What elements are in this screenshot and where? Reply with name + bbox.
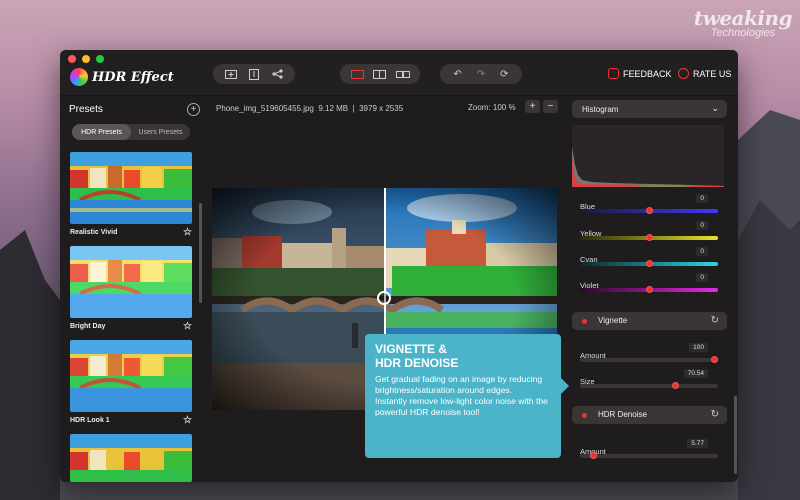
presets-tabs: HDR Presets Users Presets — [72, 124, 190, 140]
slider-knob[interactable] — [646, 286, 653, 293]
redo-icon[interactable]: ↷ — [471, 67, 491, 81]
histogram-dropdown-label: Histogram — [582, 105, 619, 114]
history-group: ↶ ↷ ⟳ — [440, 64, 522, 84]
slider-value[interactable]: 0 — [696, 247, 708, 256]
file-info: Phone_img_519605455.jpg 9.12 MB | 3979 x… — [216, 104, 403, 113]
file-actions-group — [213, 64, 295, 84]
single-view-icon[interactable] — [347, 67, 367, 81]
export-icon[interactable] — [244, 67, 264, 81]
slider-track[interactable] — [580, 384, 718, 388]
slider-value[interactable]: 0 — [696, 273, 708, 282]
split-view-icon[interactable] — [370, 67, 390, 81]
slider-knob[interactable] — [646, 207, 653, 214]
zoom-level: Zoom: 100 % — [468, 103, 516, 112]
preset-thumbnail — [70, 434, 192, 482]
slider-denoise-amount[interactable]: Amount 5.77 — [580, 439, 718, 459]
slider-track[interactable] — [580, 358, 718, 362]
zoom-out-button[interactable]: − — [543, 100, 558, 113]
file-size: 9.12 MB — [318, 104, 349, 113]
callout-title: VIGNETTE & HDR DENOISE — [375, 342, 459, 370]
preset-item[interactable]: Bright Day ☆ — [70, 246, 192, 332]
slider-yellow[interactable]: Yellow 0 — [580, 221, 718, 241]
slider-knob[interactable] — [646, 234, 653, 241]
app-logo: HDR Effect — [70, 68, 174, 86]
callout-description: Get gradual fading on an image by reduci… — [375, 374, 548, 417]
preset-thumbnail — [70, 340, 192, 412]
slider-violet[interactable]: Violet 0 — [580, 273, 718, 293]
open-folder-icon[interactable] — [221, 67, 241, 81]
tab-hdr-presets[interactable]: HDR Presets — [72, 124, 131, 140]
preset-label: HDR Look 1 — [70, 417, 110, 424]
share-icon[interactable] — [267, 67, 287, 81]
vignette-title: Vignette — [598, 316, 628, 325]
slider-value[interactable]: 5.77 — [687, 439, 708, 448]
reset-vignette-icon[interactable]: ↻ — [711, 315, 719, 326]
preset-thumbnail — [70, 152, 192, 224]
minimize-button[interactable] — [82, 55, 90, 63]
file-info-separator: | — [352, 104, 355, 113]
feedback-label: FEEDBACK — [623, 68, 672, 79]
slider-vignette-amount[interactable]: Amount 100 — [580, 343, 718, 363]
slider-blue[interactable]: Blue 0 — [580, 194, 718, 214]
feedback-button[interactable]: FEEDBACK — [608, 68, 672, 79]
vignette-enabled-indicator[interactable] — [582, 319, 587, 324]
zoom-in-button[interactable]: + — [525, 100, 540, 113]
slider-value[interactable]: 100 — [689, 343, 708, 352]
preset-thumbnail — [70, 246, 192, 318]
preset-item[interactable]: HDR Look 1 ☆ — [70, 340, 192, 426]
hdr-denoise-title: HDR Denoise — [598, 410, 647, 419]
app-name: HDR Effect — [92, 69, 174, 85]
preset-label: Realistic Vivid — [70, 229, 118, 236]
denoise-enabled-indicator[interactable] — [582, 413, 587, 418]
slider-knob[interactable] — [590, 452, 597, 459]
favorite-star-icon[interactable]: ☆ — [183, 415, 192, 426]
slider-value[interactable]: 0 — [696, 221, 708, 230]
feature-callout: VIGNETTE & HDR DENOISE Get gradual fadin… — [365, 334, 569, 458]
slider-knob[interactable] — [672, 382, 679, 389]
presets-title: Presets — [69, 104, 103, 115]
slider-value[interactable]: 0 — [696, 194, 708, 203]
rate-us-button[interactable]: RATE US — [678, 68, 731, 79]
slider-value[interactable]: 70.54 — [683, 369, 708, 378]
star-badge-icon — [678, 68, 689, 79]
toolbar: HDR Effect ↶ ↷ ⟳ FEEDBACK RATE US — [60, 50, 738, 96]
preset-item[interactable] — [70, 434, 192, 482]
file-dimensions: 3979 x 2535 — [359, 104, 404, 113]
side-by-side-icon[interactable] — [393, 67, 413, 81]
tab-users-presets[interactable]: Users Presets — [131, 124, 190, 140]
slider-cyan[interactable]: Cyan 0 — [580, 247, 718, 267]
adjustments-panel: Histogram ⌄ Blue 0 Yellow 0 Cyan 0 Viole… — [566, 96, 738, 482]
vignette-section-header[interactable]: Vignette ↻ — [572, 312, 727, 330]
split-handle[interactable] — [377, 291, 391, 305]
file-name: Phone_img_519605455.jpg — [216, 104, 314, 113]
view-mode-group — [340, 64, 420, 84]
slider-knob[interactable] — [646, 260, 653, 267]
slider-knob[interactable] — [711, 356, 718, 363]
hdr-denoise-section-header[interactable]: HDR Denoise ↻ — [572, 406, 727, 424]
window-controls — [68, 55, 104, 63]
preset-item[interactable]: Realistic Vivid ☆ — [70, 152, 192, 238]
zoom-button[interactable] — [96, 55, 104, 63]
presets-panel: Presets + HDR Presets Users Presets Real… — [60, 96, 208, 482]
panel-scrollbar[interactable] — [734, 396, 737, 474]
histogram-dropdown[interactable]: Histogram ⌄ — [572, 100, 727, 118]
chevron-down-icon: ⌄ — [711, 103, 719, 113]
watermark-logo: tweaking Technologies — [693, 6, 793, 39]
presets-scrollbar[interactable] — [199, 203, 202, 303]
app-logo-icon — [70, 68, 88, 86]
slider-track[interactable] — [580, 454, 718, 458]
rate-us-label: RATE US — [693, 68, 732, 79]
feedback-icon — [608, 68, 619, 79]
histogram-chart — [572, 125, 724, 187]
reset-denoise-icon[interactable]: ↻ — [711, 409, 719, 420]
reset-icon[interactable]: ⟳ — [494, 67, 514, 81]
favorite-star-icon[interactable]: ☆ — [183, 321, 192, 332]
preset-label: Bright Day — [70, 323, 106, 330]
favorite-star-icon[interactable]: ☆ — [183, 227, 192, 238]
close-button[interactable] — [68, 55, 76, 63]
slider-vignette-size[interactable]: Size 70.54 — [580, 369, 718, 389]
add-preset-button[interactable]: + — [187, 103, 200, 116]
undo-icon[interactable]: ↶ — [448, 67, 468, 81]
